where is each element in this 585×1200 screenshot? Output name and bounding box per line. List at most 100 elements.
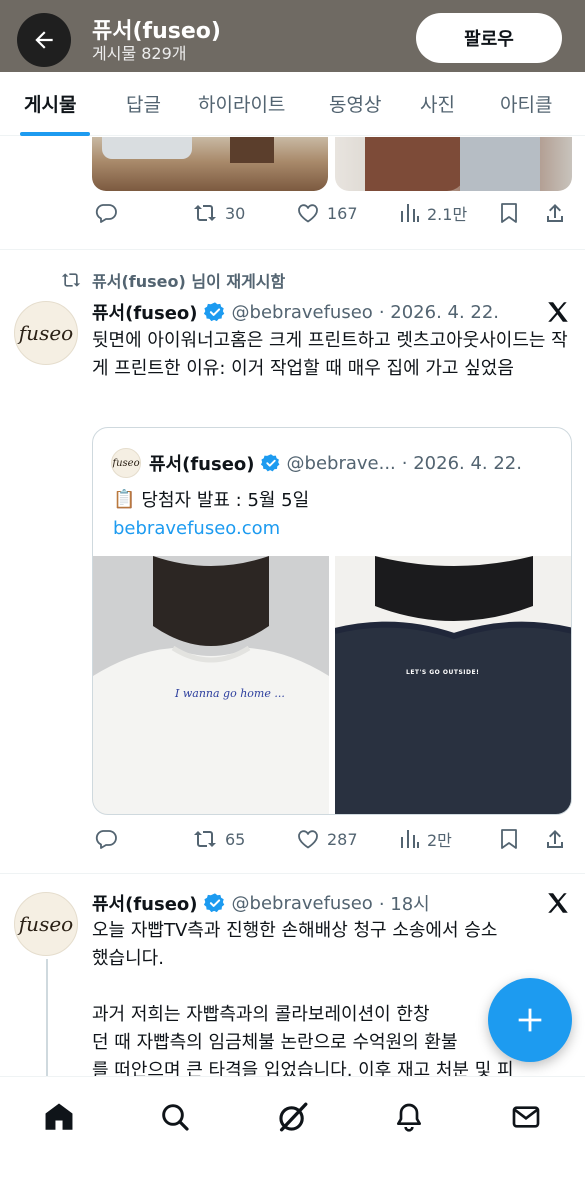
tab-posts[interactable]: 게시물 xyxy=(24,90,76,117)
follow-button[interactable]: 팔로우 xyxy=(416,13,562,63)
author-handle[interactable]: @bebravefuseo xyxy=(232,893,373,914)
quote-date: · 2026. 4. 22. xyxy=(401,452,522,474)
fuseo-logo: fuseo xyxy=(18,321,74,345)
quote-tweet-card[interactable]: fuseo 퓨서(fuseo) @bebrave... · 2026. 4. 2… xyxy=(92,427,572,815)
nav-messages[interactable] xyxy=(504,1095,548,1139)
reply-icon xyxy=(95,204,117,223)
views-button[interactable]: 2.1만 xyxy=(398,201,467,225)
tweet-text: 를 떠안으며 큰 타격을 입었습니다. 이후 재고 처분 및 피 xyxy=(92,1060,514,1077)
reply-button[interactable] xyxy=(94,201,125,225)
quote-image-white-tee[interactable]: I wanna go home ... xyxy=(93,556,329,814)
repost-indicator: 퓨서(fuseo) 님이 재게시함 xyxy=(60,268,285,292)
bookmark-icon xyxy=(501,203,517,223)
tweet-date: · 2026. 4. 22. xyxy=(378,301,500,323)
tweet-media-image[interactable] xyxy=(92,137,328,191)
tweet-text: 뒷면에 아이워너고홈은 크게 프린트하고 렛츠고아웃사이드는 작게 프린트한 이… xyxy=(92,330,568,379)
reply-button[interactable] xyxy=(94,827,125,851)
compose-plus-icon xyxy=(518,1008,542,1032)
active-tab-indicator xyxy=(20,132,90,136)
quote-author: 퓨서(fuseo) @bebrave... · 2026. 4. 22. xyxy=(149,450,522,476)
back-button[interactable] xyxy=(17,13,71,67)
grok-icon xyxy=(279,1102,308,1132)
messages-icon xyxy=(512,1106,540,1128)
tweet-divider xyxy=(0,873,585,874)
fuseo-logo: fuseo xyxy=(112,457,140,469)
tab-videos[interactable]: 동영상 xyxy=(329,90,381,117)
repost-count: 65 xyxy=(225,829,246,849)
bookmark-button[interactable] xyxy=(498,827,520,851)
quote-author-handle: @bebrave... xyxy=(286,452,396,474)
timeline[interactable]: 30 167 2.1만 퓨서(fuseo) 님이 재게시함 fuseo 퓨서(f… xyxy=(0,137,585,1077)
thread-line xyxy=(46,959,48,1077)
profile-tabs: 게시물 답글 하이라이트 동영상 사진 아티클 xyxy=(0,72,585,136)
repost-icon xyxy=(61,273,81,287)
share-icon xyxy=(547,204,563,222)
notifications-icon xyxy=(397,1103,421,1132)
x-logo-icon[interactable] xyxy=(545,299,571,325)
like-count: 287 xyxy=(327,829,358,849)
compose-button[interactable] xyxy=(488,978,572,1062)
tweet-actions: 30 167 2.1만 xyxy=(0,201,585,231)
tweet-actions: 65 287 2만 xyxy=(0,827,585,857)
author-name[interactable]: 퓨서(fuseo) xyxy=(92,299,198,325)
like-button[interactable]: 287 xyxy=(296,827,358,851)
repost-button[interactable]: 30 xyxy=(192,201,245,225)
views-button[interactable]: 2만 xyxy=(398,827,452,851)
search-icon xyxy=(162,1104,189,1131)
share-button[interactable] xyxy=(544,201,566,225)
tab-photos[interactable]: 사진 xyxy=(420,90,455,117)
tab-highlights[interactable]: 하이라이트 xyxy=(198,90,285,117)
avatar[interactable]: fuseo xyxy=(14,892,78,956)
like-count: 167 xyxy=(327,203,358,223)
reply-icon xyxy=(95,830,117,849)
views-icon xyxy=(401,204,419,222)
tweet-date: · 18시 xyxy=(378,894,430,915)
home-icon xyxy=(45,1103,73,1130)
tweet-author[interactable]: 퓨서(fuseo) @bebravefuseo · 18시 xyxy=(92,890,430,916)
bookmark-icon xyxy=(501,829,517,849)
quote-avatar: fuseo xyxy=(111,448,141,478)
x-logo-icon[interactable] xyxy=(545,890,571,916)
tweet-media-image[interactable] xyxy=(335,137,572,191)
repost-icon xyxy=(194,205,216,221)
fuseo-logo: fuseo xyxy=(18,912,74,936)
back-arrow-icon xyxy=(35,31,53,49)
tab-articles[interactable]: 아티클 xyxy=(500,90,552,117)
like-button[interactable]: 167 xyxy=(296,201,358,225)
quote-link[interactable]: bebravefuseo.com xyxy=(113,518,280,539)
tab-replies[interactable]: 답글 xyxy=(126,90,161,117)
shirt-print-text: I wanna go home ... xyxy=(175,687,285,700)
nav-home[interactable] xyxy=(37,1095,81,1139)
quote-image-navy-tee[interactable]: LET'S GO OUTSIDE! xyxy=(335,556,571,814)
quote-author-name: 퓨서(fuseo) xyxy=(149,454,255,475)
like-icon xyxy=(298,830,318,849)
verified-icon xyxy=(203,893,224,913)
bookmark-button[interactable] xyxy=(498,201,520,225)
repost-button[interactable]: 65 xyxy=(192,827,245,851)
author-name[interactable]: 퓨서(fuseo) xyxy=(92,890,198,916)
clipboard-icon: 📋 xyxy=(113,488,136,510)
views-count: 2만 xyxy=(427,831,452,850)
share-button[interactable] xyxy=(544,827,566,851)
post-count: 게시물 829개 xyxy=(92,44,187,63)
nav-notifications[interactable] xyxy=(387,1095,431,1139)
verified-icon xyxy=(260,454,279,472)
views-count: 2.1만 xyxy=(427,205,468,224)
shirt-print-text: LET'S GO OUTSIDE! xyxy=(406,669,480,676)
bottom-navigation xyxy=(0,1076,585,1200)
nav-search[interactable] xyxy=(153,1095,197,1139)
tweet-author[interactable]: 퓨서(fuseo) @bebravefuseo · 2026. 4. 22. xyxy=(92,299,499,325)
like-icon xyxy=(298,204,318,223)
tweet-text: 오늘 자빱TV측과 진행한 손해배상 청구 소송에서 승소 xyxy=(92,920,498,941)
avatar[interactable]: fuseo xyxy=(14,301,78,365)
repost-icon xyxy=(194,831,216,847)
tweet-divider xyxy=(0,249,585,250)
author-handle[interactable]: @bebravefuseo xyxy=(232,302,373,323)
views-icon xyxy=(401,830,419,848)
quote-text: 📋 당첨자 발표 : 5월 5일 xyxy=(113,488,310,512)
tweet-text: 했습니다. xyxy=(92,948,164,969)
share-icon xyxy=(547,830,563,848)
nav-grok[interactable] xyxy=(271,1095,315,1139)
verified-icon xyxy=(203,302,224,322)
profile-header: 퓨서(fuseo) 게시물 829개 팔로우 xyxy=(0,0,585,72)
